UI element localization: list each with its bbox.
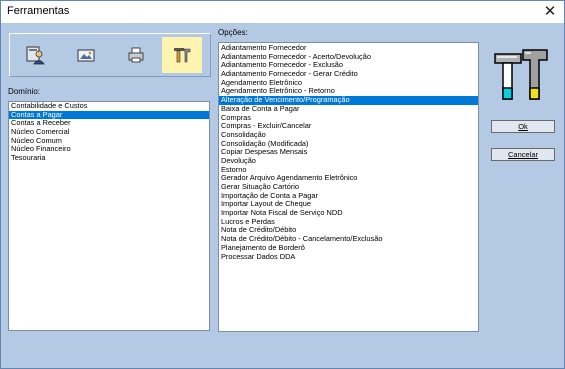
tools-icon	[174, 48, 191, 63]
cancel-button[interactable]: Cancelar	[491, 148, 555, 161]
ferramentas-dialog: Ferramentas ✕ Domínio: Contabilidade e C…	[0, 0, 565, 369]
opcoes-list-item[interactable]: Processar Dados DDA	[219, 252, 478, 262]
printer-icon	[128, 47, 144, 63]
tools-large-icon	[494, 49, 548, 100]
image-icon	[77, 49, 95, 62]
toolbar-button-users[interactable]	[16, 37, 56, 73]
opcoes-list-item[interactable]: Copiar Despesas Mensais	[219, 148, 478, 157]
user-icon	[26, 46, 45, 65]
dominio-list-item[interactable]: Tesouraria	[9, 153, 209, 163]
toolbar-button-images[interactable]	[66, 37, 106, 73]
dominio-label: Domínio:	[8, 87, 41, 96]
window-title: Ferramentas	[7, 5, 70, 17]
dominio-listbox[interactable]: Contabilidade e Custos Contas a Pagar Cont…	[8, 101, 210, 331]
dialog-body: Domínio: Contabilidade e Custos Contas a …	[1, 23, 564, 368]
close-icon[interactable]: ✕	[540, 2, 560, 22]
opcoes-list-item[interactable]: Baixa de Conta a Pagar	[219, 104, 478, 114]
toolbar-panel	[9, 33, 211, 77]
toolbar-button-print[interactable]	[116, 37, 156, 73]
opcoes-label: Opções:	[218, 28, 248, 37]
title-bar: Ferramentas ✕	[1, 1, 564, 23]
opcoes-list-item[interactable]: Devolução	[219, 156, 478, 166]
toolbar-button-tools[interactable]	[162, 37, 202, 73]
ok-button[interactable]: Ok	[491, 120, 555, 133]
opcoes-listbox[interactable]: Adiantamento Fornecedor Adiantamento Forn…	[218, 42, 479, 332]
